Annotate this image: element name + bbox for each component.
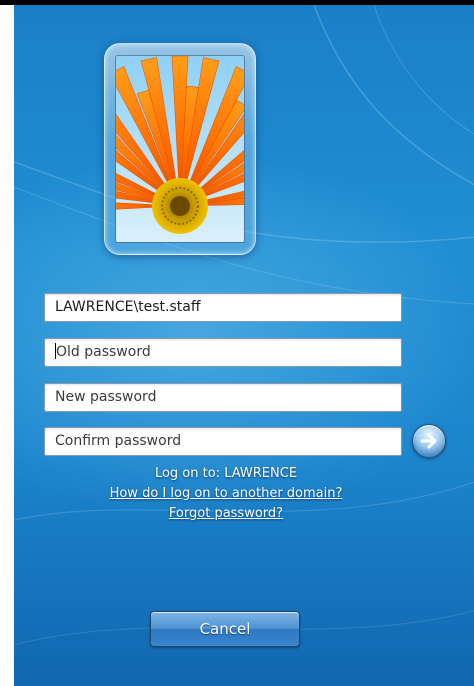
right-arrow-icon	[420, 433, 437, 449]
log-on-to-label: Log on to: LAWRENCE	[154, 466, 298, 481]
confirm-password-field[interactable]: Confirm password	[44, 427, 402, 456]
new-password-field[interactable]: New password	[44, 383, 402, 412]
old-password-placeholder: Old password	[56, 344, 151, 360]
confirm-password-placeholder: Confirm password	[55, 433, 182, 449]
new-password-placeholder: New password	[55, 389, 157, 405]
flower-image	[116, 56, 244, 242]
other-domain-link[interactable]: How do I log on to another domain?	[14, 486, 438, 501]
user-tile	[104, 43, 256, 255]
old-password-field[interactable]: Old password	[44, 338, 402, 367]
username-field[interactable]: LAWRENCE\test.staff	[44, 293, 402, 322]
left-border	[0, 5, 14, 686]
cancel-button[interactable]: Cancel	[150, 611, 300, 647]
user-picture	[115, 55, 245, 243]
submit-arrow-button[interactable]	[412, 424, 446, 458]
forgot-password-link[interactable]: Forgot password?	[14, 506, 438, 521]
logon-screen: LAWRENCE\test.staff Old password New pas…	[14, 5, 474, 686]
